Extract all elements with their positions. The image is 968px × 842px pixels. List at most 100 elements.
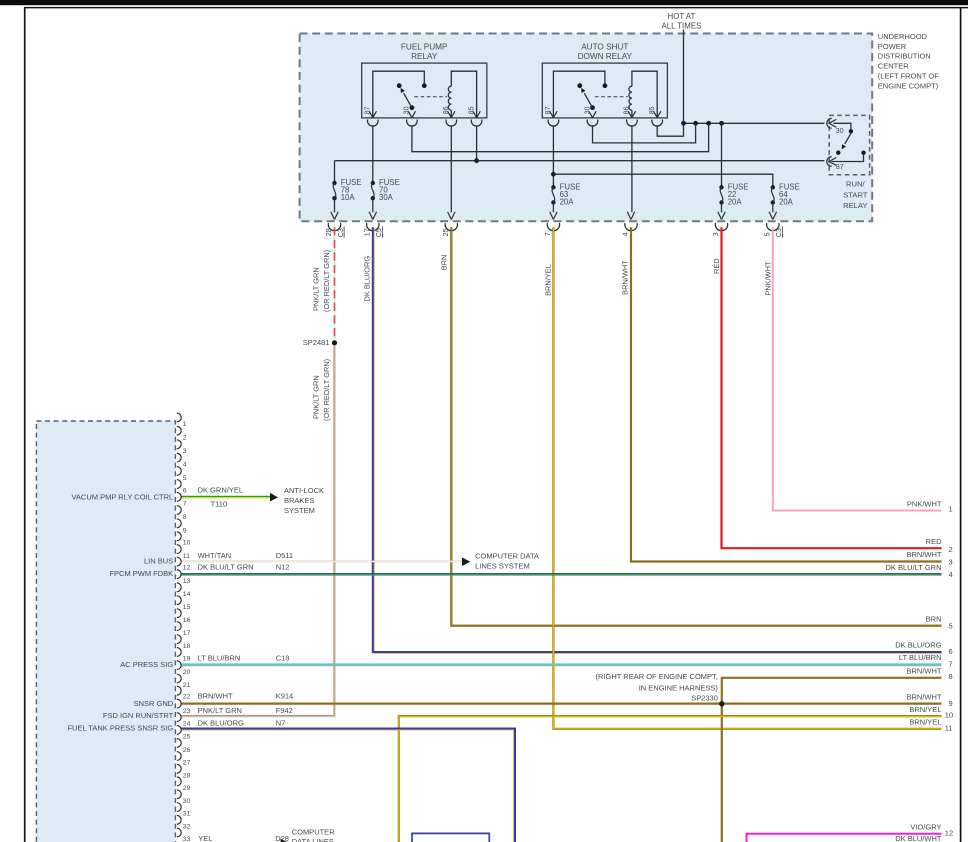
svg-text:20A: 20A	[779, 197, 794, 206]
svg-text:1: 1	[183, 421, 187, 428]
svg-text:YEL: YEL	[198, 834, 212, 842]
svg-text:SYSTEM: SYSTEM	[284, 506, 315, 515]
svg-text:FSD IGN RUN/STRT: FSD IGN RUN/STRT	[103, 711, 174, 720]
svg-text:(OR RED/LT GRN): (OR RED/LT GRN)	[322, 250, 331, 312]
svg-text:25: 25	[441, 228, 450, 236]
svg-text:2: 2	[949, 545, 953, 554]
svg-text:28: 28	[324, 228, 333, 236]
svg-text:DISTRIBUTION: DISTRIBUTION	[878, 52, 931, 61]
svg-text:20: 20	[183, 669, 191, 676]
svg-text:5: 5	[949, 621, 953, 630]
svg-text:DOWN RELAY: DOWN RELAY	[578, 52, 633, 61]
svg-text:28: 28	[183, 772, 191, 779]
svg-text:FUEL PUMP: FUEL PUMP	[401, 43, 448, 52]
svg-text:ALL TIMES: ALL TIMES	[661, 21, 701, 30]
svg-text:BRN: BRN	[439, 255, 448, 271]
svg-text:C18: C18	[276, 653, 290, 662]
svg-text:30: 30	[836, 126, 844, 135]
svg-text:C5: C5	[374, 228, 383, 237]
svg-text:UNDERHOOD: UNDERHOOD	[878, 32, 928, 41]
svg-text:RELAY: RELAY	[843, 201, 867, 210]
svg-text:N7: N7	[276, 719, 286, 728]
svg-text:85: 85	[649, 106, 656, 114]
svg-text:1: 1	[949, 505, 953, 514]
svg-text:26: 26	[183, 747, 191, 754]
svg-text:16: 16	[183, 617, 191, 624]
svg-text:F942: F942	[276, 706, 293, 715]
svg-text:RED: RED	[926, 537, 942, 546]
svg-text:LIN BUS: LIN BUS	[144, 556, 173, 565]
svg-text:10A: 10A	[341, 193, 356, 202]
svg-text:DK BLU/LT GRN: DK BLU/LT GRN	[198, 562, 254, 571]
svg-text:32: 32	[183, 823, 191, 830]
svg-text:20A: 20A	[728, 197, 743, 206]
svg-text:ENGINE COMPT): ENGINE COMPT)	[878, 81, 939, 90]
svg-text:SP2330: SP2330	[691, 694, 718, 703]
svg-text:D511: D511	[276, 551, 293, 560]
svg-text:C3: C3	[336, 228, 345, 237]
svg-text:BRN: BRN	[926, 614, 942, 623]
svg-text:87: 87	[365, 106, 372, 114]
svg-text:DK BLU/WHT: DK BLU/WHT	[895, 834, 942, 842]
svg-text:25: 25	[183, 734, 191, 741]
svg-text:PNK/LT GRN: PNK/LT GRN	[198, 706, 242, 715]
svg-text:CENTER: CENTER	[878, 62, 909, 71]
svg-text:17: 17	[183, 630, 191, 637]
svg-text:BRN/WHT: BRN/WHT	[907, 550, 942, 559]
svg-text:6: 6	[183, 488, 187, 495]
svg-text:AC PRESS SIG: AC PRESS SIG	[120, 660, 173, 669]
svg-text:4: 4	[621, 232, 630, 236]
svg-text:20A: 20A	[560, 197, 575, 206]
svg-text:DK BLU/ORG: DK BLU/ORG	[895, 641, 941, 650]
svg-text:IN ENGINE HARNESS): IN ENGINE HARNESS)	[639, 683, 719, 692]
svg-text:8: 8	[183, 514, 187, 521]
svg-text:PNK/LT GRN: PNK/LT GRN	[312, 267, 321, 311]
svg-text:LINES SYSTEM: LINES SYSTEM	[475, 562, 530, 571]
svg-text:27: 27	[183, 760, 191, 767]
svg-text:4: 4	[183, 462, 187, 469]
svg-text:RUN/: RUN/	[846, 180, 865, 189]
svg-text:BRN/WHT: BRN/WHT	[907, 692, 942, 701]
svg-text:7: 7	[543, 232, 552, 236]
svg-text:13: 13	[183, 578, 191, 585]
svg-text:K914: K914	[276, 692, 294, 701]
svg-text:BRN/YEL: BRN/YEL	[909, 718, 941, 727]
svg-text:85: 85	[468, 106, 475, 114]
svg-text:30A: 30A	[379, 193, 394, 202]
svg-text:9: 9	[183, 527, 187, 534]
svg-text:87: 87	[545, 106, 552, 114]
svg-text:7: 7	[183, 501, 187, 508]
svg-text:3: 3	[711, 232, 720, 236]
svg-text:12: 12	[945, 828, 953, 837]
svg-text:WHT/TAN: WHT/TAN	[198, 551, 232, 560]
svg-text:BRN/WHT: BRN/WHT	[621, 260, 630, 295]
svg-text:COMPUTER DATA: COMPUTER DATA	[475, 552, 539, 561]
svg-text:BRN/WHT: BRN/WHT	[907, 667, 942, 676]
svg-text:3: 3	[183, 448, 187, 455]
svg-text:SP2481: SP2481	[303, 338, 330, 347]
svg-text:DK BLU/ORG: DK BLU/ORG	[362, 256, 371, 302]
svg-text:3: 3	[949, 558, 953, 567]
svg-text:29: 29	[183, 785, 191, 792]
svg-text:87: 87	[836, 162, 844, 171]
svg-text:19: 19	[183, 656, 191, 663]
svg-text:86: 86	[443, 106, 450, 114]
svg-text:VIO/GRY: VIO/GRY	[910, 823, 941, 832]
svg-text:5: 5	[763, 232, 772, 236]
svg-text:23: 23	[183, 708, 191, 715]
svg-text:30: 30	[183, 798, 191, 805]
svg-text:PNK/WHT: PNK/WHT	[907, 499, 942, 508]
svg-text:10: 10	[183, 540, 191, 547]
svg-text:RELAY: RELAY	[411, 52, 438, 61]
svg-text:PNK/WHT: PNK/WHT	[763, 261, 772, 296]
svg-text:VACUM PMP RLY COIL CTRL: VACUM PMP RLY COIL CTRL	[71, 492, 173, 501]
svg-text:11: 11	[183, 553, 190, 560]
svg-text:30: 30	[584, 106, 591, 114]
svg-text:DATA LINES: DATA LINES	[292, 837, 334, 842]
svg-text:86: 86	[624, 106, 631, 114]
svg-text:LT BLU/BRN: LT BLU/BRN	[198, 653, 241, 662]
svg-text:4: 4	[949, 570, 953, 579]
svg-text:BRN/YEL: BRN/YEL	[544, 264, 553, 296]
svg-text:9: 9	[949, 699, 953, 708]
svg-text:DK GRN/YEL: DK GRN/YEL	[198, 486, 243, 495]
